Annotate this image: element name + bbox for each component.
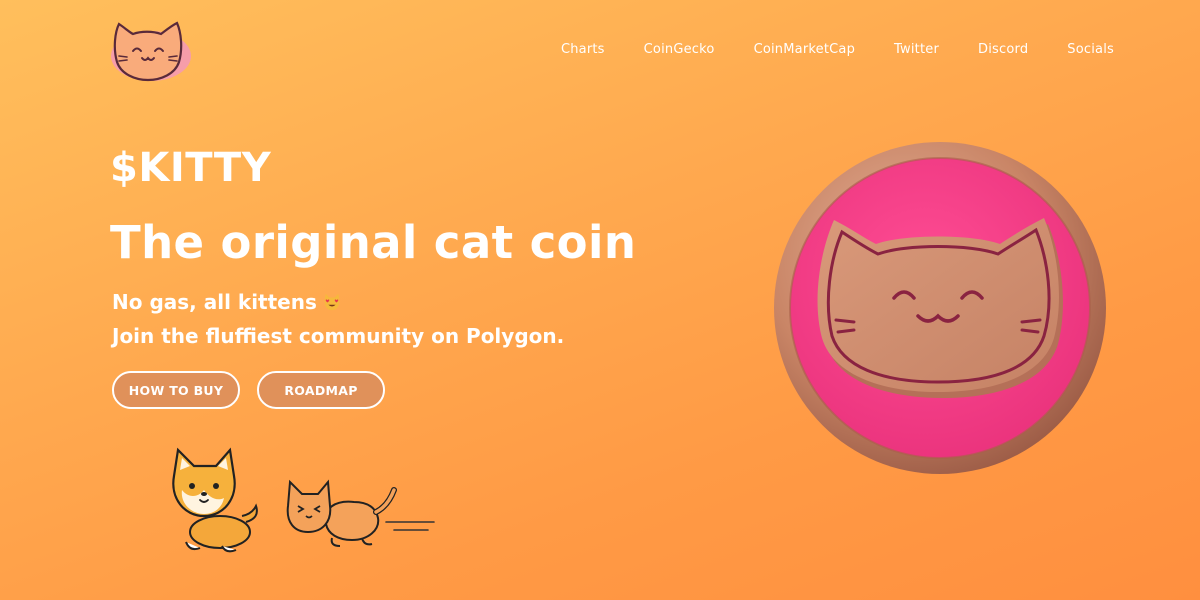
shiba-dog-illustration xyxy=(172,447,258,553)
kitty-logo[interactable] xyxy=(105,18,193,84)
nav-coingecko[interactable]: CoinGecko xyxy=(644,42,715,57)
top-nav: Charts CoinGecko CoinMarketCap Twitter D… xyxy=(522,42,1114,57)
heart-eyes-cat-emoji-icon xyxy=(324,293,340,311)
ticker-title: $KITTY xyxy=(110,145,272,191)
hero-subtitle-1-text: No gas, all kittens xyxy=(112,290,317,314)
nav-discord[interactable]: Discord xyxy=(978,42,1028,57)
nav-socials[interactable]: Socials xyxy=(1067,42,1114,57)
nav-charts[interactable]: Charts xyxy=(561,42,605,57)
roadmap-button[interactable]: ROADMAP xyxy=(257,371,385,409)
nav-twitter[interactable]: Twitter xyxy=(894,42,939,57)
hero-headline: The original cat coin xyxy=(110,216,637,269)
kitty-coin-image xyxy=(774,142,1106,474)
running-kitten-illustration xyxy=(286,479,435,547)
hero-subtitle-2: Join the fluffiest community on Polygon. xyxy=(112,324,565,348)
how-to-buy-button[interactable]: HOW TO BUY xyxy=(112,371,240,409)
hero-subtitle-1: No gas, all kittens xyxy=(112,290,341,314)
nav-coinmarketcap[interactable]: CoinMarketCap xyxy=(754,42,855,57)
